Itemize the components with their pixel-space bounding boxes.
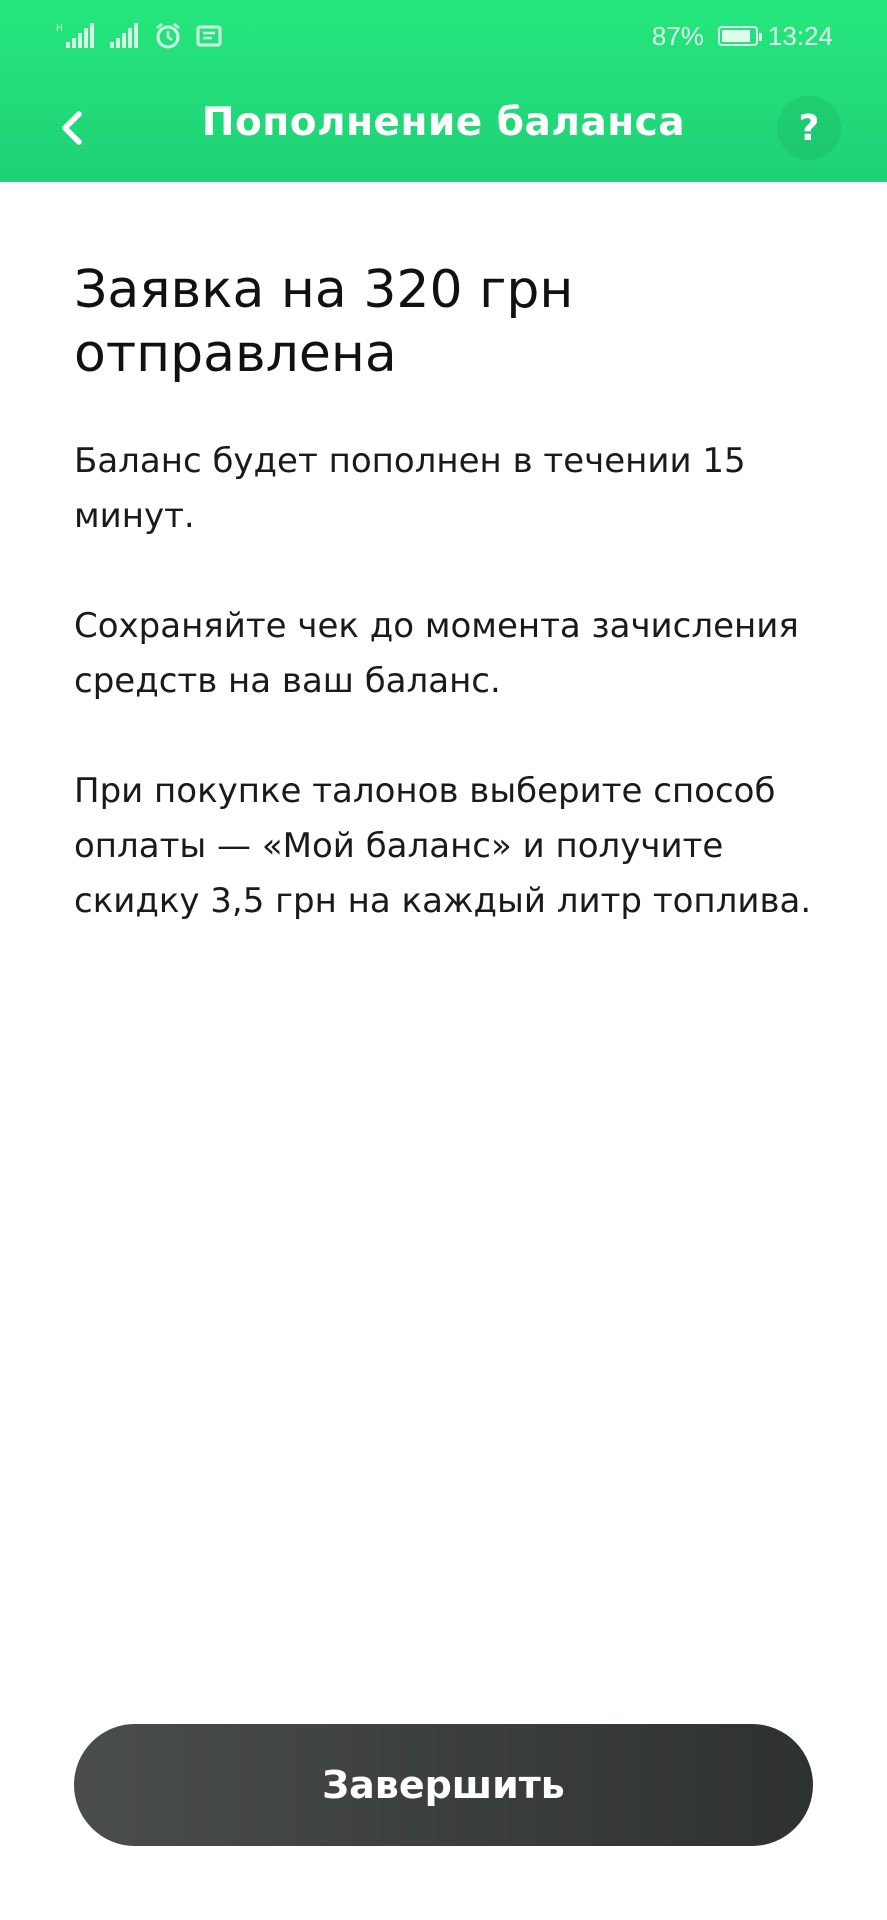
message-icon [196, 25, 222, 47]
battery-percent: 87% [651, 20, 704, 51]
main-content: Заявка на 320 грн отправлена Баланс буде… [74, 258, 834, 929]
alarm-icon [156, 23, 180, 49]
back-button[interactable] [42, 98, 102, 158]
info-paragraph-discount: При покупке талонов выберите способ опла… [74, 771, 812, 921]
battery-level [721, 30, 750, 42]
confirmation-heading: Заявка на 320 грн отправлена [74, 260, 574, 384]
app-bar: Пополнение баланса ? [0, 72, 887, 182]
status-bar: H 87% 13:24 [0, 0, 887, 72]
status-icons: H [56, 20, 222, 52]
chevron-left-icon [62, 111, 82, 145]
svg-text:H: H [56, 24, 63, 34]
clock: 13:24 [767, 20, 833, 51]
signal-icon: H [56, 23, 94, 48]
signal-icon [110, 23, 138, 48]
battery-icon [717, 26, 762, 46]
finish-button[interactable]: Завершить [74, 1724, 813, 1846]
info-paragraph-time: Баланс будет пополнен в течении 15 минут… [74, 441, 746, 536]
header-background: H 87% 13:24 Пополнение баланса ? [0, 0, 887, 182]
info-paragraph-receipt: Сохраняйте чек до момента зачисления сре… [74, 606, 799, 701]
status-right: 87% 13:24 [652, 18, 833, 54]
page-title: Пополнение баланса [201, 100, 686, 145]
help-button[interactable]: ? [777, 96, 841, 160]
